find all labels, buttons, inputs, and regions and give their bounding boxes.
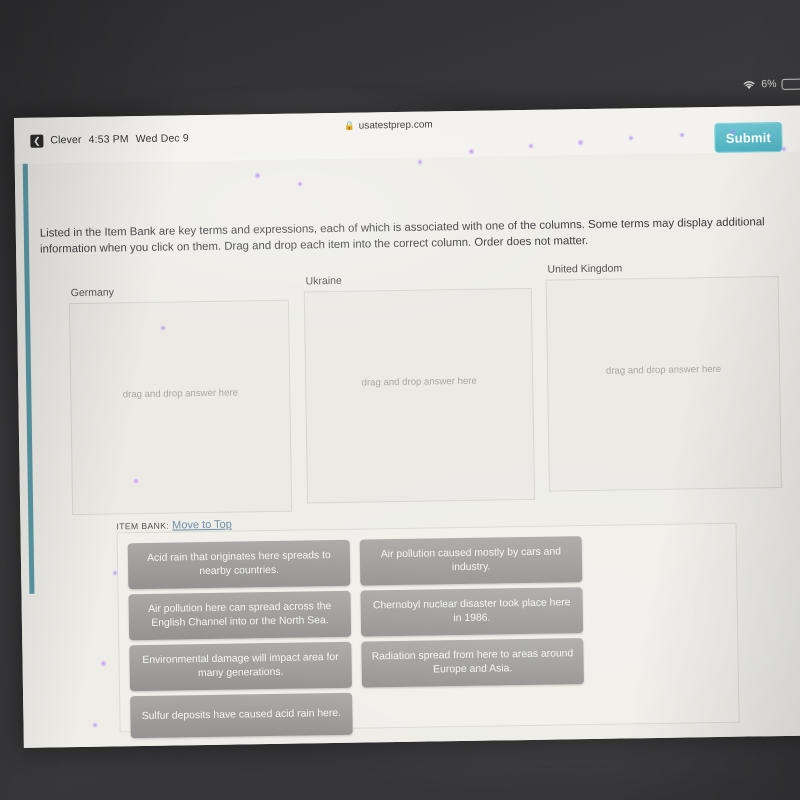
tablet-screen: ❮ Clever 4:53 PM Wed Dec 9 🔒 usatestprep… (14, 78, 800, 748)
item-tile[interactable]: Air pollution caused mostly by cars and … (359, 536, 583, 586)
drop-columns: Germany drag and drop answer here Ukrain… (68, 260, 782, 516)
column-label: Ukraine (305, 274, 342, 288)
photo-frame: ❮ Clever 4:53 PM Wed Dec 9 🔒 usatestprep… (0, 0, 800, 800)
url-text: usatestprep.com (358, 119, 433, 132)
item-tile[interactable]: Radiation spread from here to areas arou… (361, 638, 584, 688)
status-bar-date: Wed Dec 9 (135, 132, 189, 146)
back-arrow-icon[interactable]: ❮ (30, 134, 44, 148)
dropzone-placeholder: drag and drop answer here (605, 363, 722, 377)
status-bar-time: 4:53 PM (88, 133, 129, 146)
item-tile[interactable]: Sulfur deposits have caused acid rain he… (130, 692, 353, 739)
dropzone-ukraine[interactable]: drag and drop answer here (303, 287, 536, 504)
address-bar[interactable]: 🔒 usatestprep.com (344, 119, 433, 131)
column-label: United Kingdom (547, 262, 623, 276)
column-germany: Germany drag and drop answer here (68, 284, 293, 516)
move-to-top-link[interactable]: Move to Top (172, 519, 232, 532)
item-tile[interactable]: Environmental damage will impact area fo… (129, 641, 352, 692)
item-bank-label-text: ITEM BANK: (116, 520, 170, 532)
column-united-kingdom: United Kingdom drag and drop answer here (545, 260, 782, 492)
item-bank-grid: Acid rain that originates here spreads t… (127, 534, 729, 739)
left-rail-accent (22, 163, 35, 594)
wifi-icon (743, 80, 755, 89)
column-ukraine: Ukraine drag and drop answer here (303, 272, 536, 504)
item-tile[interactable]: Air pollution here can spread across the… (128, 590, 352, 641)
item-tile[interactable]: Acid rain that originates here spreads t… (127, 539, 351, 590)
submit-button[interactable]: Submit (714, 121, 783, 153)
battery-icon (781, 78, 800, 90)
dropzone-united-kingdom[interactable]: drag and drop answer here (545, 276, 782, 492)
item-bank-panel: Acid rain that originates here spreads t… (116, 522, 740, 739)
dropzone-germany[interactable]: drag and drop answer here (68, 299, 293, 516)
dropzone-placeholder: drag and drop answer here (122, 387, 239, 401)
instructions-text: Listed in the Item Bank are key terms an… (39, 216, 765, 256)
page-content: Submit Listed in the Item Bank are key t… (14, 121, 800, 748)
status-bar-left: ❮ Clever 4:53 PM Wed Dec 9 (30, 132, 189, 148)
status-indicators: 6% (741, 78, 800, 91)
clever-app-label: Clever (50, 133, 82, 147)
item-tile[interactable]: Chernobyl nuclear disaster took place he… (360, 587, 584, 637)
battery-percent: 6% (761, 78, 777, 91)
dropzone-placeholder: drag and drop answer here (361, 375, 477, 389)
lock-icon: 🔒 (344, 120, 355, 131)
column-label: Germany (70, 286, 115, 300)
